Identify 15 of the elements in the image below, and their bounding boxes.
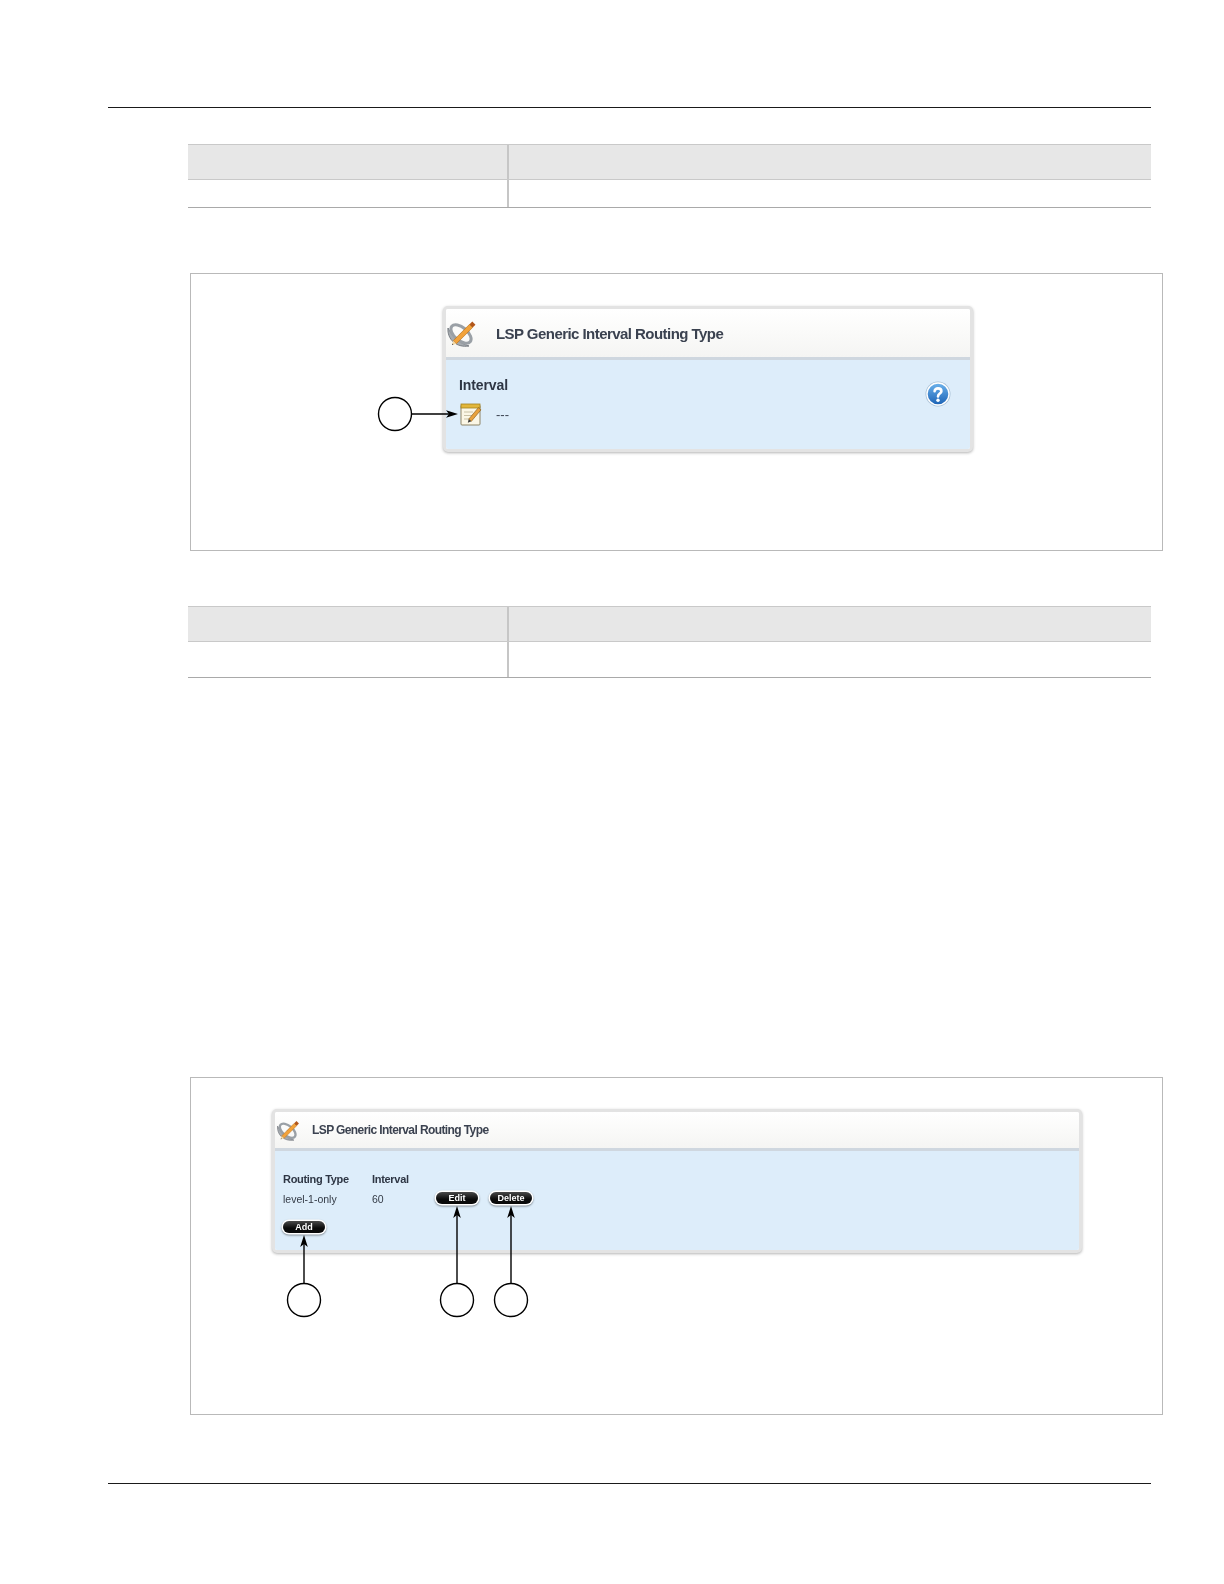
field-value: --- <box>496 406 509 422</box>
notepad-pencil-icon[interactable] <box>460 402 485 426</box>
leader-arrow <box>411 410 458 418</box>
row-action-button[interactable]: Delete <box>490 1192 532 1204</box>
leader-arrow <box>300 1235 308 1284</box>
panel-button[interactable]: Add <box>283 1221 325 1233</box>
help-icon[interactable] <box>925 381 951 407</box>
column-header: Routing Type <box>283 1173 349 1185</box>
field-label: Interval <box>459 377 509 393</box>
column-header: Interval <box>372 1173 409 1185</box>
panel-title: LSP Generic Interval Routing Type <box>496 324 724 342</box>
table-cell: 60 <box>372 1193 384 1205</box>
table-cell: level-1-only <box>283 1193 337 1205</box>
row-action-button[interactable]: Edit <box>436 1192 478 1204</box>
panel-title: LSP Generic Interval Routing Type <box>312 1123 489 1137</box>
